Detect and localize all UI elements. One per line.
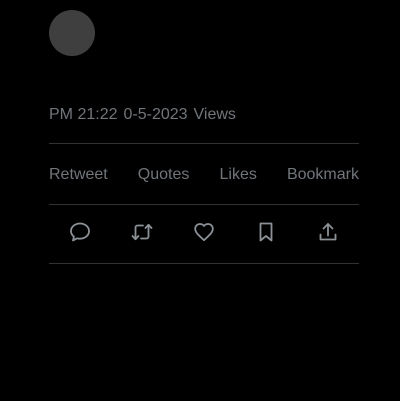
likes-link[interactable]: Likes (219, 166, 256, 184)
avatar[interactable] (49, 10, 95, 56)
views-label: Views (193, 106, 236, 123)
heart-icon (194, 223, 214, 242)
retweets-link[interactable]: Retweet (49, 166, 108, 184)
tweet-stats: Retweet Quotes Likes Bookmark (49, 164, 359, 186)
tweet-time[interactable]: PM 21:22 (49, 106, 117, 124)
reply-button[interactable] (62, 214, 98, 250)
retweet-icon (131, 223, 153, 241)
divider (49, 263, 359, 264)
like-button[interactable] (186, 214, 222, 250)
tweet-meta: PM 21:22 0-5-2023 Views (49, 104, 236, 126)
share-icon (319, 223, 337, 241)
divider (49, 143, 359, 144)
share-button[interactable] (310, 214, 346, 250)
divider (49, 204, 359, 205)
reply-icon (70, 222, 90, 242)
tweet-detail: PM 21:22 0-5-2023 Views Retweet Quotes L… (0, 0, 400, 401)
tweet-actions (49, 214, 359, 250)
bookmark-button[interactable] (248, 214, 284, 250)
quotes-link[interactable]: Quotes (138, 166, 190, 184)
retweet-button[interactable] (124, 214, 160, 250)
bookmarks-link[interactable]: Bookmark (287, 166, 359, 184)
bookmark-icon (259, 222, 273, 242)
tweet-date[interactable]: 0-5-2023 (123, 106, 187, 124)
